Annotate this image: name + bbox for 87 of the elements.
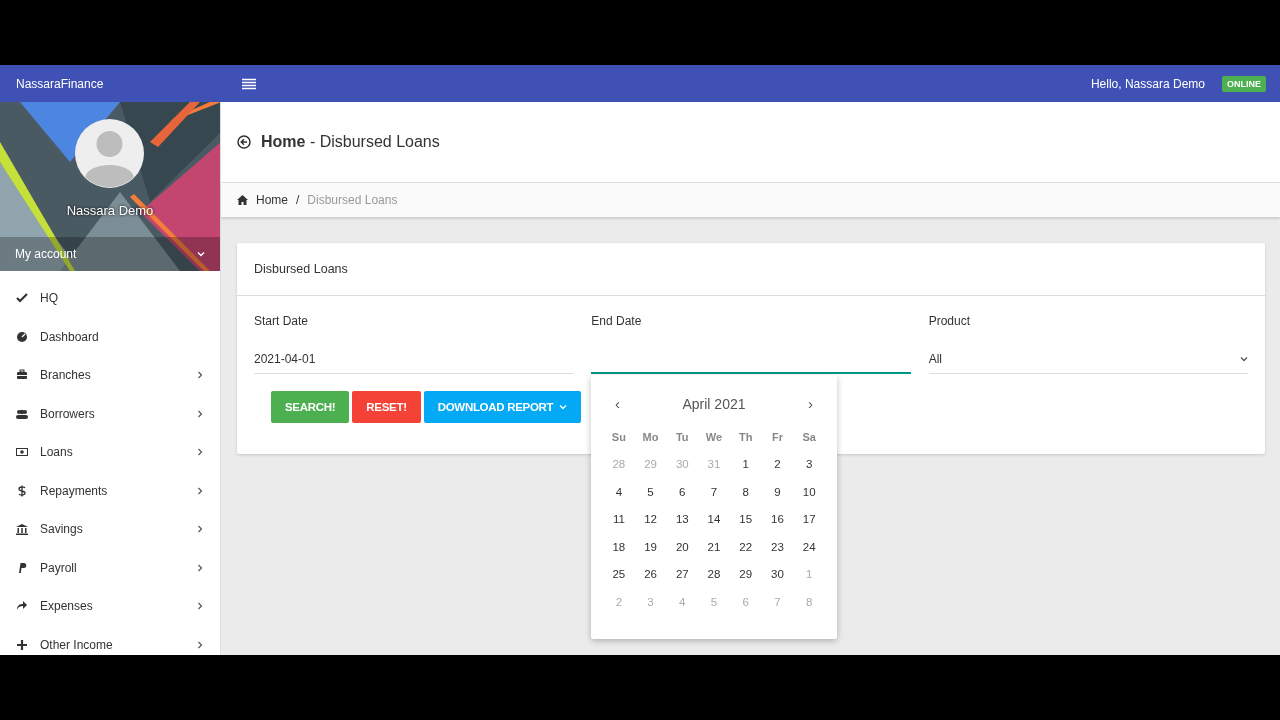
plus-icon [16,638,28,651]
back-icon[interactable] [237,135,251,149]
chevron-icon [196,409,204,418]
calendar-day[interactable]: 13 [672,506,692,534]
month-title: April 2021 [682,395,746,412]
field-label: Product [928,314,971,328]
chevron-icon [196,448,204,457]
field-label: Start Date [254,314,310,328]
sidebar-item[interactable]: Dashboard [0,317,220,356]
product-select[interactable]: All [928,344,1248,374]
date-field[interactable]: 2021-04-01 [254,344,574,374]
calendar-day[interactable]: 16 [768,506,787,534]
caret-icon [1240,355,1248,362]
calendar-day[interactable]: 5 [644,478,657,507]
field-label: End Date [591,314,643,328]
sidebar-item[interactable]: Payroll [0,548,220,587]
chevron-icon [196,640,204,649]
calendar-day[interactable]: 4 [612,478,626,507]
home-icon [237,195,248,205]
calendar-day[interactable]: 12 [641,506,660,534]
brand-name: NassaraFinance [16,76,105,91]
calendar-day[interactable]: 14 [704,506,724,534]
calendar-day[interactable]: 6 [676,478,689,507]
calendar-day[interactable]: 19 [641,533,660,562]
status-badge: ONLINE [1222,75,1266,92]
avatar-icon [75,119,144,188]
calendar-day[interactable]: 2 [771,451,784,479]
chevron-icon [196,486,204,495]
sidebar-item[interactable]: Repayments [0,471,220,510]
action-button[interactable]: RESET! [352,391,421,423]
sidebar-item[interactable]: Other Income [0,625,220,655]
calendar-day[interactable]: 26 [641,561,660,589]
dollar-icon [16,484,28,497]
check-icon [16,292,28,305]
weekday-label: Th [737,430,754,445]
calendar-day[interactable]: 18 [609,533,629,562]
weekday-label: Sa [801,430,817,445]
chevron-down-icon [197,251,205,257]
gauge-icon [16,330,28,343]
chevron-icon [196,525,204,534]
calendar-day[interactable]: 7 [707,478,721,507]
calendar-day[interactable]: 25 [609,561,629,589]
breadcrumb-item[interactable]: / [296,193,300,207]
banknote-icon [16,446,28,459]
calendar-day[interactable]: 20 [672,533,692,562]
calendar-day[interactable]: 17 [799,506,819,534]
greeting-text: Hello, Nassara Demo [1090,76,1205,91]
breadcrumb-item: Disbursed Loans [307,193,398,207]
calendar-day[interactable]: 30 [768,561,787,589]
sidebar-item[interactable]: Savings [0,510,220,549]
weekday-label: Tu [674,430,690,445]
menu-button[interactable] [242,77,256,90]
sidebar-item[interactable]: Branches [0,356,220,395]
previous-month-button[interactable]: ‹ [611,395,624,412]
calendar-day[interactable]: 3 [802,451,816,479]
calendar-day[interactable]: 9 [771,478,784,507]
sidebar-item[interactable]: HQ [0,279,220,318]
calendar-day[interactable]: 11 [609,506,628,534]
calendar-day[interactable]: 27 [672,561,692,589]
calendar-day[interactable]: 1 [739,451,752,479]
card-title: Disbursed Loans [237,243,1265,296]
calendar-day[interactable]: 24 [799,533,819,562]
calendar-day[interactable]: 10 [799,478,819,507]
p-letter-icon [16,561,28,574]
chevron-icon [196,602,204,611]
calendar-day[interactable]: 15 [736,506,756,534]
calendar-day[interactable]: 8 [739,478,752,507]
calendar-day[interactable]: 29 [736,561,756,589]
briefcase-icon [16,369,28,382]
calendar-day[interactable]: 21 [704,533,724,562]
breadcrumb-item[interactable]: Home [256,193,288,207]
calendar-day[interactable]: 22 [736,533,756,562]
sidebar-item[interactable]: Loans [0,433,220,472]
calendar-day[interactable]: 23 [768,533,787,562]
caret-icon [559,404,568,410]
next-month-button[interactable]: › [804,395,817,412]
weekday-label: Fr [770,430,784,445]
sidebar-item[interactable]: Borrowers [0,394,220,433]
calendar-day[interactable]: 28 [704,561,724,589]
chevron-icon [196,371,204,380]
bank-icon [16,523,28,536]
sidebar-item[interactable]: Expenses [0,587,220,626]
weekday-label: We [704,430,724,445]
chevron-icon [196,563,204,572]
page-title: Home - Disbursed Loans [261,133,440,151]
weekday-label: Su [610,430,627,445]
weekday-label: Mo [641,430,660,445]
